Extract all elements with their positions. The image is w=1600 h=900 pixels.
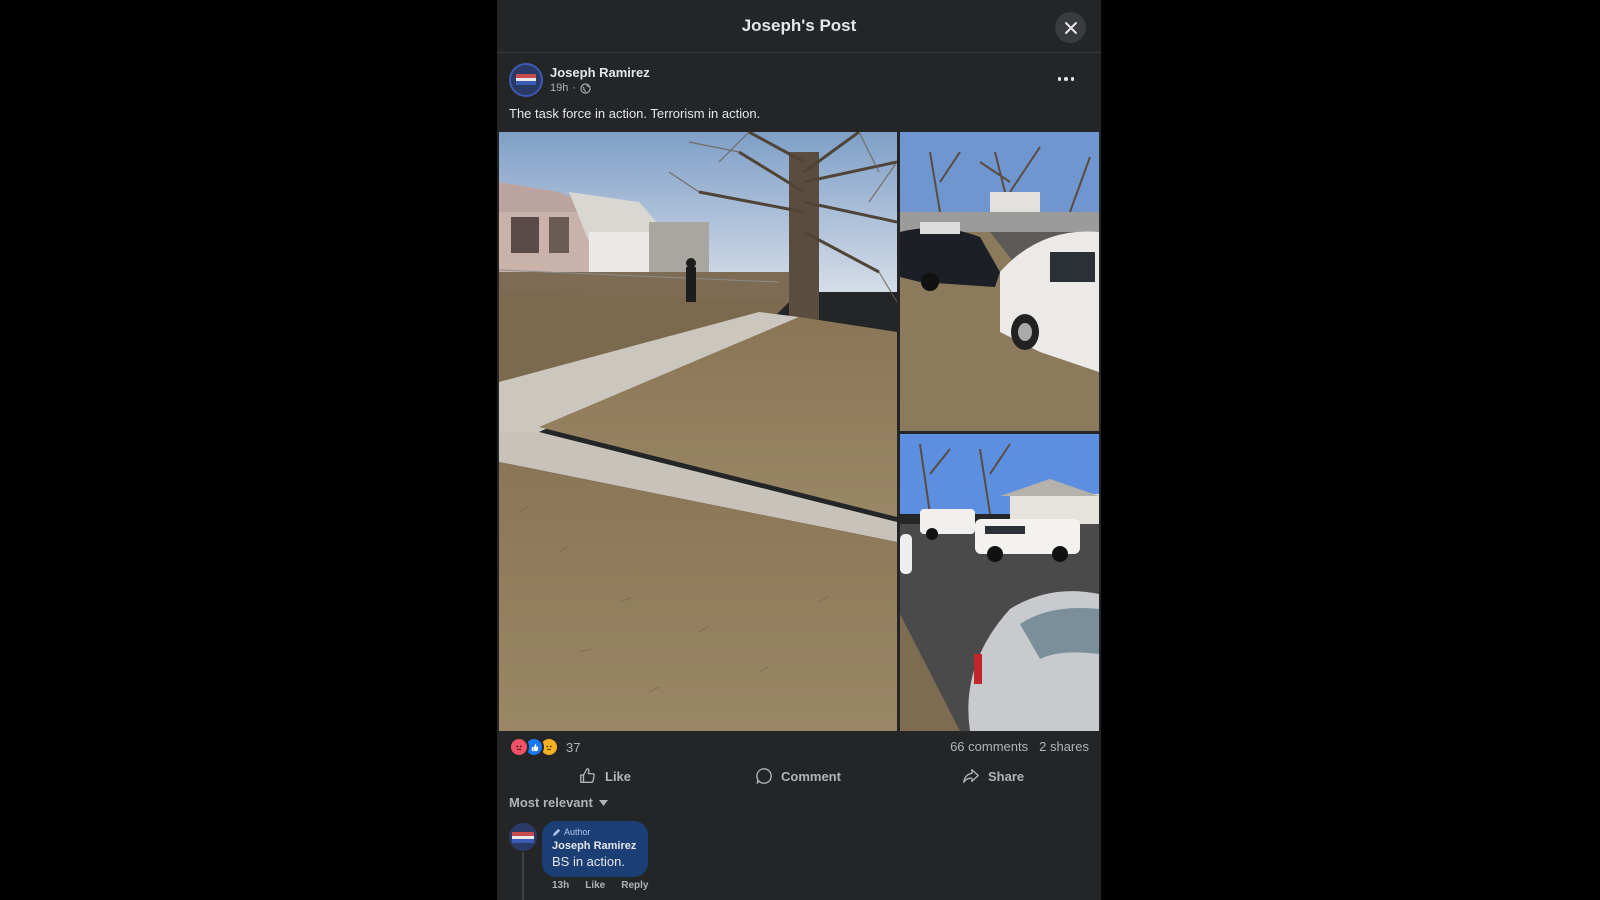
close-icon — [1064, 21, 1077, 34]
comment-sort-dropdown[interactable]: Most relevant — [509, 795, 608, 810]
comment-author-name[interactable]: Joseph Ramirez — [552, 840, 638, 852]
author-avatar[interactable] — [509, 63, 543, 97]
author-name[interactable]: Joseph Ramirez — [550, 65, 650, 80]
more-icon — [1057, 77, 1062, 81]
comment-label: Comment — [781, 768, 841, 784]
more-options-button[interactable] — [1052, 70, 1080, 88]
photo-front-yard[interactable] — [499, 132, 897, 731]
post-time[interactable]: 19h — [550, 82, 568, 94]
sort-label: Most relevant — [509, 795, 593, 810]
comment-icon — [756, 768, 772, 784]
share-label: Share — [988, 768, 1025, 784]
comment-button[interactable]: Comment — [755, 761, 841, 791]
thumbs-up-icon — [580, 768, 595, 783]
shares-count[interactable]: 2 shares — [1039, 739, 1089, 754]
dialog-header: Joseph's Post — [497, 0, 1101, 53]
angry-reaction-icon — [509, 737, 529, 757]
photo-grid — [499, 132, 1099, 731]
thread-line — [522, 852, 524, 900]
comment-reply-button[interactable]: Reply — [621, 880, 648, 891]
pencil-icon — [552, 828, 561, 836]
post-meta: 19h · — [550, 82, 591, 94]
author-badge-label: Author — [564, 827, 591, 837]
author-badge: Author — [552, 827, 638, 837]
engagement-counts: 66 comments 2 shares — [950, 739, 1089, 754]
close-button[interactable] — [1055, 12, 1086, 43]
reaction-count: 37 — [566, 739, 581, 755]
photo-street-cars[interactable] — [900, 132, 1099, 431]
like-button[interactable]: Like — [579, 761, 631, 791]
comment-actions: 13h Like Reply — [552, 880, 648, 891]
comment-time[interactable]: 13h — [552, 880, 569, 891]
dialog-title: Joseph's Post — [741, 16, 857, 35]
photo-sheriff-vehicles[interactable] — [900, 434, 1099, 731]
caret-down-icon — [598, 799, 608, 806]
share-icon — [963, 769, 979, 783]
post-dialog: Joseph's Post Joseph Ramirez 19h · The t… — [497, 0, 1101, 900]
comment-avatar[interactable] — [509, 823, 537, 851]
post-actions: Like Comment Share — [497, 761, 1101, 791]
comment-text: BS in action. — [552, 854, 625, 869]
globe-icon — [580, 82, 591, 94]
post-text: The task force in action. Terrorism in a… — [509, 106, 761, 121]
comment-bubble: Author Joseph Ramirez BS in action. — [542, 821, 648, 877]
share-button[interactable]: Share — [962, 761, 1024, 791]
reaction-summary[interactable]: 37 — [509, 737, 580, 757]
comments-count[interactable]: 66 comments — [950, 739, 1028, 754]
comment-like-button[interactable]: Like — [585, 880, 605, 891]
like-label: Like — [605, 768, 632, 784]
